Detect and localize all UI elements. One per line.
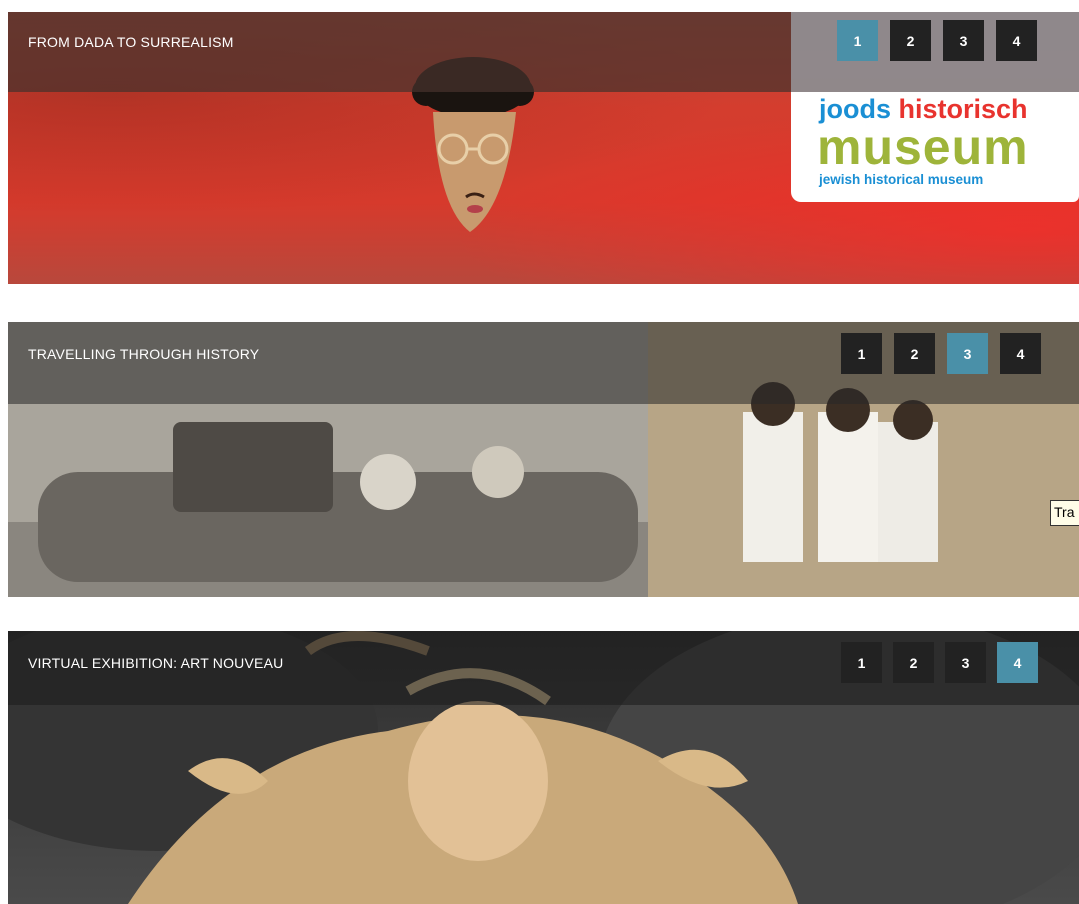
pager-button-1[interactable]: 1 <box>841 333 882 374</box>
slideshow-banner-travelling[interactable]: TRAVELLING THROUGH HISTORY 1 2 3 4 <box>8 322 1079 597</box>
pager-button-2[interactable]: 2 <box>894 333 935 374</box>
slide-caption[interactable]: TRAVELLING THROUGH HISTORY <box>28 346 259 362</box>
slide-pager: 1 2 3 4 <box>841 642 1038 683</box>
slide-caption[interactable]: VIRTUAL EXHIBITION: ART NOUVEAU <box>28 655 283 671</box>
pager-button-4[interactable]: 4 <box>996 20 1037 61</box>
pager-button-2[interactable]: 2 <box>893 642 934 683</box>
pager-button-1[interactable]: 1 <box>841 642 882 683</box>
tooltip: Tra <box>1050 500 1079 526</box>
slide-caption[interactable]: FROM DADA TO SURREALISM <box>28 34 234 50</box>
pager-button-3[interactable]: 3 <box>945 642 986 683</box>
pager-button-2[interactable]: 2 <box>890 20 931 61</box>
pager-button-1[interactable]: 1 <box>837 20 878 61</box>
pager-button-3[interactable]: 3 <box>943 20 984 61</box>
logo-word-museum: museum <box>817 119 1029 175</box>
logo-subtitle: jewish historical museum <box>819 172 984 187</box>
slide-pager: 1 2 3 4 <box>841 333 1041 374</box>
slide-pager: 1 2 3 4 <box>837 20 1037 61</box>
pager-button-3[interactable]: 3 <box>947 333 988 374</box>
slideshow-banner-art-nouveau[interactable]: VIRTUAL EXHIBITION: ART NOUVEAU 1 2 3 4 <box>8 631 1079 904</box>
slideshow-banner-dada[interactable]: FROM DADA TO SURREALISM joods historisch… <box>8 12 1079 284</box>
museum-logo[interactable]: joods historisch museum jewish historica… <box>791 92 1079 202</box>
pager-button-4[interactable]: 4 <box>1000 333 1041 374</box>
pager-button-4[interactable]: 4 <box>997 642 1038 683</box>
